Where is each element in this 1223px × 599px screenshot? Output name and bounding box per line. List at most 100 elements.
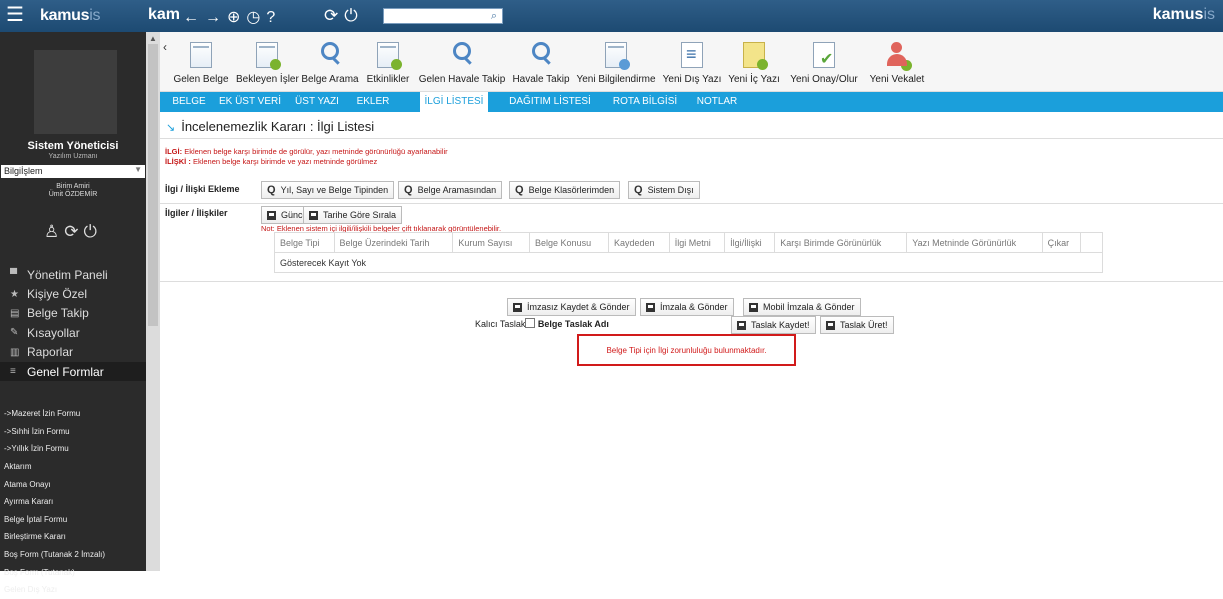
- tab-ilgi-listesi[interactable]: İLGİ LİSTESİ: [420, 92, 488, 112]
- add-user-icon: [886, 42, 912, 71]
- power-icon[interactable]: ⏻: [344, 6, 363, 25]
- tab-ekler[interactable]: EKLER: [350, 92, 396, 112]
- list-item[interactable]: ->Yıllık İzin Formu: [0, 440, 146, 458]
- history-icon[interactable]: ◷: [246, 9, 266, 26]
- brand-logo-suffix: is: [1203, 6, 1215, 23]
- power-icon[interactable]: ⏻: [84, 222, 102, 241]
- column-header[interactable]: Karşı Birimde Görünürlük: [774, 232, 908, 253]
- column-header[interactable]: Belge Üzerindeki Tarih: [333, 232, 454, 253]
- transfer-tracking-button[interactable]: Havale Takip: [510, 32, 572, 90]
- forward-arrow-icon[interactable]: →: [205, 9, 227, 26]
- activity-icon: [377, 42, 402, 70]
- tab-dagitim-listesi[interactable]: DAĞITIM LİSTESİ: [506, 92, 594, 112]
- back-arrow-icon[interactable]: ←: [183, 9, 205, 26]
- save-icon: [309, 210, 318, 220]
- tab-notlar[interactable]: NOTLAR: [694, 92, 740, 112]
- collapse-icon[interactable]: ‹: [163, 40, 167, 54]
- new-external-letter-button[interactable]: Yeni Dış Yazı: [660, 32, 724, 90]
- note-label: İLİŞKİ :: [165, 157, 191, 166]
- list-item[interactable]: Boş Form (Tutanak 2 İmzalı): [0, 546, 146, 564]
- new-notification-button[interactable]: Yeni Bilgilendirme: [574, 32, 658, 90]
- new-internal-letter-button[interactable]: Yeni İç Yazı: [726, 32, 782, 90]
- list-item[interactable]: Ayırma Kararı: [0, 493, 146, 511]
- app-logo-suffix: is: [89, 7, 101, 24]
- sidebar-item-raporlar[interactable]: ▥ Raporlar: [0, 343, 146, 362]
- save-draft-button[interactable]: Taslak Kaydet!: [731, 316, 816, 334]
- department-select[interactable]: Bilgiİşlem ▼: [1, 165, 145, 178]
- toolbar-label: Yeni Dış Yazı: [662, 74, 722, 85]
- scrollbar-thumb[interactable]: [148, 44, 158, 326]
- document-search-button[interactable]: Belge Arama: [300, 32, 360, 90]
- search-icon: [451, 42, 473, 64]
- sidebar-item-label: Genel Formlar: [27, 364, 104, 379]
- sidebar-item-genel-formlar[interactable]: ≡ Genel Formlar: [0, 361, 146, 382]
- column-header[interactable]: Yazı Metninde Görünürlük: [906, 232, 1043, 253]
- activities-button[interactable]: Etkinlikler: [361, 32, 415, 90]
- draft-options: Kalıcı Taslak Belge Taslak Adı: [475, 318, 609, 329]
- sidebar-item-kisayollar[interactable]: ✎ Kısayollar: [0, 323, 146, 342]
- list-item[interactable]: Belge İptal Formu: [0, 511, 146, 529]
- user-actions: ♙⟳⏻: [0, 222, 146, 242]
- sidebar-menu: ▀ Yönetim Paneli ★ Kişiye Özel ▤ Belge Taki…: [0, 265, 146, 382]
- sidebar-item-kisiye-ozel[interactable]: ★ Kişiye Özel: [0, 284, 146, 303]
- save-icon: [513, 302, 522, 312]
- save-icon: [749, 302, 758, 312]
- sidebar-scrollbar[interactable]: ▲: [146, 32, 160, 571]
- list-item[interactable]: ->Sıhhi İzin Formu: [0, 423, 146, 441]
- sidebar-item-label: Kişiye Özel: [27, 287, 88, 302]
- table-header: Belge Tipi Belge Üzerindeki Tarih Kurum …: [274, 232, 1103, 253]
- save-unsigned-send-button[interactable]: İmzasız Kaydet & Gönder: [507, 298, 636, 316]
- sort-by-date-button[interactable]: Tarihe Göre Sırala: [303, 206, 403, 224]
- column-header[interactable]: Çıkar: [1041, 232, 1082, 253]
- short-logo[interactable]: kam: [148, 6, 180, 24]
- list-item[interactable]: Atama Onayı: [0, 475, 146, 493]
- add-from-search-button[interactable]: Q Belge Aramasından: [398, 181, 503, 199]
- list-icon: ≡: [10, 366, 16, 378]
- mobile-sign-send-button[interactable]: Mobil İmzala & Gönder: [743, 298, 861, 316]
- permanent-draft-checkbox[interactable]: [525, 318, 536, 328]
- user-position: Birim Amiri Ümit ÖZDEMİR: [0, 183, 146, 199]
- new-proxy-button[interactable]: Yeni Vekalet: [866, 32, 928, 90]
- new-approval-button[interactable]: Yeni Onay/Olur: [784, 32, 864, 90]
- incoming-document-button[interactable]: Gelen Belge: [170, 32, 232, 90]
- incoming-transfer-tracking-button[interactable]: Gelen Havale Takip: [418, 32, 506, 90]
- column-header[interactable]: Kurum Sayısı: [452, 232, 531, 253]
- tab-ust-yazi[interactable]: ÜST YAZI: [288, 92, 346, 112]
- scroll-up-icon[interactable]: ▲: [149, 34, 157, 43]
- hamburger-menu-icon[interactable]: ☰: [6, 5, 24, 25]
- help-icon[interactable]: ?: [266, 9, 281, 26]
- sidebar-item-belge-takip[interactable]: ▤ Belge Takip: [0, 304, 146, 323]
- badge-icon: [391, 59, 402, 70]
- generate-draft-button[interactable]: Taslak Üret!: [820, 316, 894, 334]
- toolbar-label: Yeni Bilgilendirme: [576, 74, 656, 85]
- search-input[interactable]: ⌕: [383, 8, 503, 24]
- search-icon[interactable]: ⌕: [491, 10, 497, 23]
- pending-tasks-button[interactable]: Bekleyen İşler: [236, 32, 299, 90]
- column-header[interactable]: Kaydeden: [608, 232, 670, 253]
- list-item[interactable]: ->Mazeret İzin Formu: [0, 405, 146, 423]
- column-header[interactable]: İlgi Metni: [668, 232, 726, 253]
- column-header[interactable]: Belge Tipi: [274, 232, 335, 253]
- list-item[interactable]: Aktarım: [0, 458, 146, 476]
- button-label: İmzala & Gönder: [660, 302, 728, 312]
- column-header[interactable]: İlgi/İlişki: [724, 232, 776, 253]
- sign-send-button[interactable]: İmzala & Gönder: [640, 298, 734, 316]
- app-logo[interactable]: kamusis: [40, 7, 100, 25]
- list-item[interactable]: Gelen Dış Yazı: [0, 581, 146, 599]
- zoom-icon[interactable]: ⊕: [227, 9, 246, 26]
- list-item[interactable]: Boş Form (Tutanak): [0, 563, 146, 581]
- tab-rota-bilgisi[interactable]: ROTA BİLGİSİ: [606, 92, 684, 112]
- refresh-icon[interactable]: ⟳: [324, 6, 344, 25]
- add-external-button[interactable]: Q Sistem Dışı: [628, 181, 700, 199]
- add-by-year-number-button[interactable]: Q Yıl, Sayı ve Belge Tipinden: [261, 181, 395, 199]
- tab-ek-ust-veri[interactable]: EK ÜST VERİ: [216, 92, 284, 112]
- refresh-icon[interactable]: ⟳: [64, 222, 83, 241]
- column-header[interactable]: Belge Konusu: [529, 232, 610, 253]
- toolbar-label: Yeni Onay/Olur: [790, 74, 858, 85]
- user-profile-icon[interactable]: ♙: [44, 222, 64, 241]
- sidebar-item-yonetim-paneli[interactable]: ▀ Yönetim Paneli: [0, 265, 146, 284]
- add-from-folders-button[interactable]: Q Belge Klasörlerimden: [509, 181, 621, 199]
- list-item[interactable]: Birleştirme Kararı: [0, 528, 146, 546]
- tab-belge[interactable]: BELGE: [166, 92, 212, 112]
- department-value: Bilgiİşlem: [4, 166, 43, 176]
